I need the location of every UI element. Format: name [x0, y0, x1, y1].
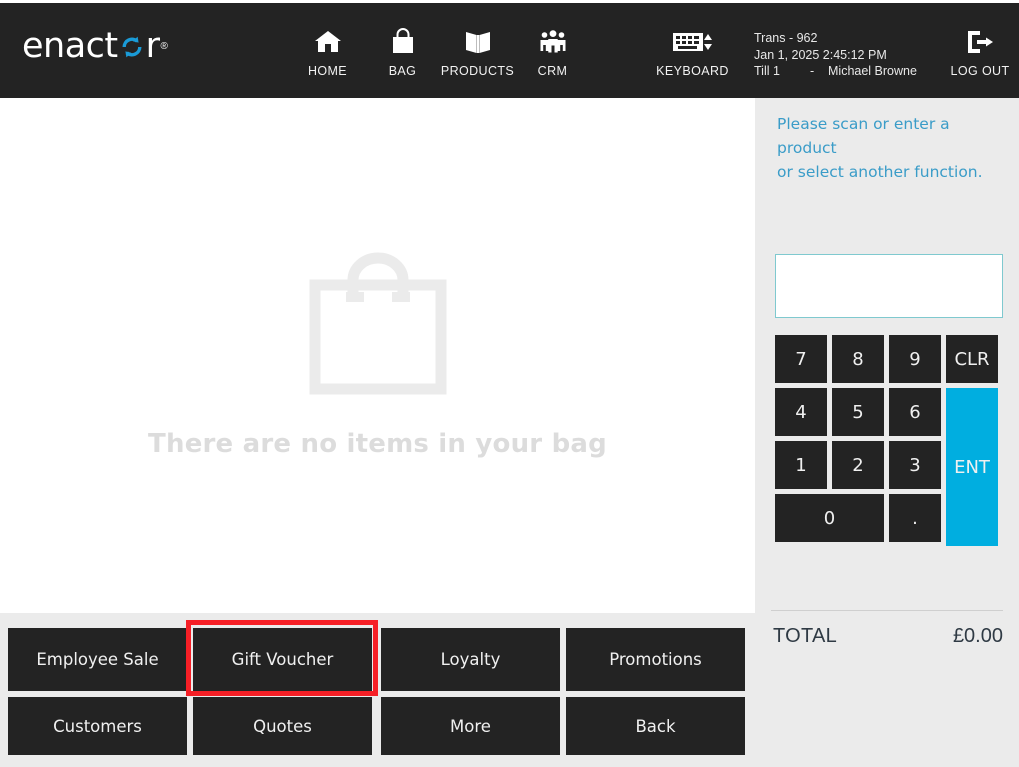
keyboard-icon	[672, 26, 714, 58]
logo-trademark: ®	[160, 41, 168, 52]
function-button-customers[interactable]: Customers	[8, 697, 187, 755]
pos-application: enact r ® HOME BAG PRODUCTS CRM KEYBOARD…	[0, 0, 1019, 767]
keypad-key-1[interactable]: 1	[775, 441, 827, 489]
logout-label: LOG OUT	[950, 64, 1010, 78]
total-row: TOTAL £0.00	[773, 625, 1003, 648]
function-button-more[interactable]: More	[381, 697, 560, 755]
prompt-line-1: Please scan or enter a product	[777, 115, 950, 157]
nav-label-bag: BAG	[388, 64, 417, 78]
nav-item-crm[interactable]: CRM	[515, 26, 590, 78]
function-button-loyalty[interactable]: Loyalty	[381, 628, 560, 691]
operator-name: Michael Browne	[828, 64, 917, 78]
function-button-quotes[interactable]: Quotes	[193, 697, 372, 755]
keypad-key-4[interactable]: 4	[775, 388, 827, 436]
keypad-key-6[interactable]: 6	[889, 388, 941, 436]
product-entry-input[interactable]	[775, 254, 1003, 318]
keyboard-button[interactable]: KEYBOARD	[655, 26, 730, 78]
keypad-key-2[interactable]: 2	[832, 441, 884, 489]
keypad-key-clear[interactable]: CLR	[946, 335, 998, 383]
keyboard-label: KEYBOARD	[656, 64, 729, 78]
keypad-key-enter[interactable]: ENT	[946, 388, 998, 546]
logout-icon	[965, 26, 995, 58]
nav-label-home: HOME	[307, 64, 348, 78]
prompt-line-2: or select another function.	[777, 163, 983, 181]
logo-refresh-o-icon	[119, 34, 145, 60]
app-header: enact r ® HOME BAG PRODUCTS CRM KEYBOARD…	[0, 3, 1019, 98]
total-divider	[771, 610, 1003, 611]
people-group-icon	[538, 26, 568, 58]
main-navigation: HOME BAG PRODUCTS CRM	[290, 26, 590, 78]
nav-item-bag[interactable]: BAG	[365, 26, 440, 78]
keypad-key-3[interactable]: 3	[889, 441, 941, 489]
nav-item-products[interactable]: PRODUCTS	[440, 26, 515, 78]
keypad-key-0[interactable]: 0	[775, 494, 884, 542]
transaction-number: Trans - 962	[754, 31, 818, 45]
shopping-bag-icon	[390, 26, 416, 58]
basket-area: There are no items in your bag	[0, 98, 755, 613]
till-operator-separator: -	[810, 64, 815, 78]
logo-text-part1: enact	[22, 26, 118, 66]
keypad-key-7[interactable]: 7	[775, 335, 827, 383]
prompt-message: Please scan or enter a product or select…	[777, 112, 999, 184]
right-panel: Please scan or enter a product or select…	[755, 98, 1019, 767]
function-button-employee-sale[interactable]: Employee Sale	[8, 628, 187, 691]
nav-label-crm: CRM	[537, 64, 568, 78]
transaction-info: Trans - 962 Jan 1, 2025 2:45:12 PM Till …	[754, 30, 917, 80]
keypad-key-5[interactable]: 5	[832, 388, 884, 436]
function-button-back[interactable]: Back	[566, 697, 745, 755]
empty-basket-placeholder: There are no items in your bag	[0, 98, 755, 613]
keypad-key-9[interactable]: 9	[889, 335, 941, 383]
enactor-logo: enact r ®	[22, 29, 168, 64]
transaction-datetime: Jan 1, 2025 2:45:12 PM	[754, 47, 887, 62]
home-icon	[313, 26, 343, 58]
till-number: Till 1	[754, 64, 780, 78]
logo-text-part2: r	[145, 26, 160, 66]
nav-label-products: PRODUCTS	[440, 64, 515, 78]
numeric-keypad: 7 8 9 CLR 4 5 6 1 2 3 ENT 0 .	[775, 335, 1005, 560]
function-button-gift-voucher[interactable]: Gift Voucher	[193, 628, 372, 691]
shopping-bag-outline-icon	[298, 252, 458, 407]
total-value: £0.00	[952, 625, 1003, 647]
total-label: TOTAL	[773, 625, 838, 647]
function-button-promotions[interactable]: Promotions	[566, 628, 745, 691]
keypad-key-8[interactable]: 8	[832, 335, 884, 383]
function-button-bar: Employee Sale Gift Voucher Loyalty Promo…	[0, 613, 755, 767]
open-book-icon	[463, 26, 493, 58]
logout-button[interactable]: LOG OUT	[944, 26, 1016, 78]
empty-basket-message: There are no items in your bag	[148, 429, 607, 459]
keypad-key-decimal[interactable]: .	[889, 494, 941, 542]
nav-item-home[interactable]: HOME	[290, 26, 365, 78]
